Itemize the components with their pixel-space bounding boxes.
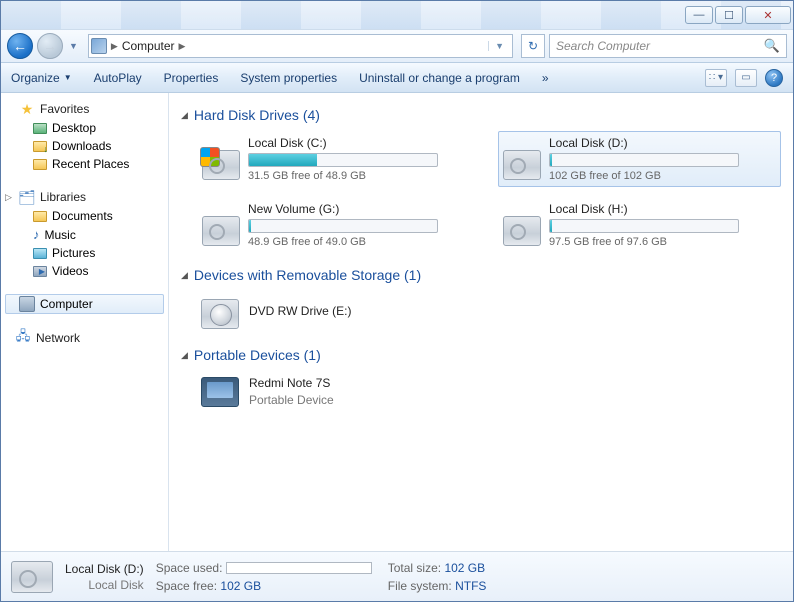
titlebar: — ☐ ✕: [1, 1, 793, 29]
hard-drive-icon: [503, 216, 541, 246]
sidebar-item-videos[interactable]: Videos: [1, 262, 168, 280]
documents-icon: [33, 211, 47, 222]
navigation-pane: ★ Favorites Desktop Downloads Recent Pla…: [1, 93, 169, 551]
sidebar-item-recent-places[interactable]: Recent Places: [1, 155, 168, 173]
system-properties-button[interactable]: System properties: [240, 71, 337, 85]
toolbar-overflow[interactable]: »: [542, 71, 549, 85]
drive-name: Local Disk (H:): [549, 202, 776, 216]
sidebar-item-music[interactable]: ♪ Music: [1, 225, 168, 244]
hard-drive-icon: [503, 150, 541, 180]
collapse-icon: ◢: [181, 110, 188, 121]
drive-icon: [11, 561, 53, 593]
search-placeholder: Search Computer: [556, 39, 650, 53]
capacity-bar: [549, 219, 739, 233]
total-size-label: Total size:: [388, 561, 441, 575]
libraries-icon: 🗂: [19, 189, 35, 205]
command-bar: Organize▼ AutoPlay Properties System pro…: [1, 63, 793, 93]
total-size-value: 102 GB: [444, 561, 485, 575]
autoplay-button[interactable]: AutoPlay: [94, 71, 142, 85]
drive-item[interactable]: New Volume (G:) 48.9 GB free of 49.0 GB: [197, 197, 480, 253]
favorites-group[interactable]: ★ Favorites: [1, 99, 168, 119]
uninstall-program-button[interactable]: Uninstall or change a program: [359, 71, 520, 85]
drive-name: Local Disk (D:): [549, 136, 776, 150]
network-icon: 🖧: [15, 330, 31, 346]
drive-item[interactable]: Local Disk (C:) 31.5 GB free of 48.9 GB: [197, 131, 480, 187]
sidebar-item-pictures[interactable]: Pictures: [1, 244, 168, 262]
breadcrumb-sep-icon[interactable]: ▶: [179, 41, 186, 52]
libraries-group[interactable]: ▷ 🗂 Libraries: [1, 187, 168, 207]
drive-name: Local Disk (C:): [248, 136, 475, 150]
capacity-bar: [549, 153, 739, 167]
drive-item[interactable]: Local Disk (H:) 97.5 GB free of 97.6 GB: [498, 197, 781, 253]
hard-drive-icon: [202, 150, 240, 180]
space-used-bar: [226, 562, 372, 574]
forward-button[interactable]: →: [37, 33, 63, 59]
pictures-icon: [33, 248, 47, 259]
explorer-window: — ☐ ✕ ← → ▼ ▶ Computer ▶ ▼ ↻ Search Comp…: [0, 0, 794, 602]
collapse-icon: ◢: [181, 270, 188, 281]
breadcrumb-location[interactable]: Computer: [122, 39, 175, 53]
sidebar-item-desktop[interactable]: Desktop: [1, 119, 168, 137]
close-button[interactable]: ✕: [745, 6, 791, 24]
desktop-icon: [33, 123, 47, 134]
details-subtitle: Local Disk: [65, 578, 144, 592]
dvd-drive-icon: [201, 299, 239, 329]
space-free-label: Space free:: [156, 579, 217, 593]
videos-icon: [33, 266, 47, 277]
back-button[interactable]: ←: [7, 33, 33, 59]
preview-pane-button[interactable]: ▭: [735, 69, 757, 87]
breadcrumb-sep-icon: ▶: [111, 41, 118, 52]
details-pane: Local Disk (D:) Local Disk Space used: S…: [1, 551, 793, 601]
portable-device-item[interactable]: Redmi Note 7S Portable Device: [197, 371, 781, 411]
history-dropdown[interactable]: ▼: [69, 41, 78, 51]
sidebar-item-network[interactable]: 🖧 Network: [1, 328, 168, 348]
chevron-down-icon: ▼: [64, 73, 72, 82]
properties-button[interactable]: Properties: [164, 71, 219, 85]
collapse-icon: ◢: [181, 350, 188, 361]
drive-free-text: 102 GB free of 102 GB: [549, 170, 776, 182]
address-bar[interactable]: ▶ Computer ▶ ▼: [88, 34, 513, 58]
search-input[interactable]: Search Computer 🔍: [549, 34, 787, 58]
filesystem-label: File system:: [388, 579, 452, 593]
drive-dvd[interactable]: DVD RW Drive (E:): [197, 291, 781, 333]
drive-grid: Local Disk (C:)31.5 GB free of 48.9 GBLo…: [197, 131, 781, 253]
navigation-bar: ← → ▼ ▶ Computer ▶ ▼ ↻ Search Computer 🔍: [1, 29, 793, 63]
music-icon: ♪: [33, 227, 40, 242]
capacity-bar: [248, 153, 438, 167]
recent-icon: [33, 159, 47, 170]
sidebar-item-downloads[interactable]: Downloads: [1, 137, 168, 155]
space-free-value: 102 GB: [220, 579, 261, 593]
sidebar-item-documents[interactable]: Documents: [1, 207, 168, 225]
collapse-icon[interactable]: ▷: [5, 192, 12, 203]
maximize-button[interactable]: ☐: [715, 6, 743, 24]
downloads-icon: [33, 141, 47, 152]
refresh-button[interactable]: ↻: [521, 34, 545, 58]
category-portable-devices[interactable]: ◢ Portable Devices (1): [181, 347, 781, 363]
drive-free-text: 48.9 GB free of 49.0 GB: [248, 236, 475, 248]
capacity-bar: [248, 219, 438, 233]
hard-drive-icon: [202, 216, 240, 246]
help-button[interactable]: ?: [765, 69, 783, 87]
drive-free-text: 31.5 GB free of 48.9 GB: [248, 170, 475, 182]
details-title: Local Disk (D:): [65, 562, 144, 576]
content-pane: ◢ Hard Disk Drives (4) Local Disk (C:) 31…: [169, 93, 793, 551]
drive-item[interactable]: Local Disk (D:) 102 GB free of 102 GB: [498, 131, 781, 187]
category-removable-storage[interactable]: ◢ Devices with Removable Storage (1): [181, 267, 781, 283]
sidebar-item-computer[interactable]: Computer: [5, 294, 164, 314]
star-icon: ★: [19, 101, 35, 117]
search-icon: 🔍: [764, 38, 780, 54]
computer-icon: [19, 296, 35, 312]
organize-menu[interactable]: Organize▼: [11, 71, 72, 85]
filesystem-value: NTFS: [455, 579, 486, 593]
space-used-label: Space used:: [156, 561, 223, 575]
portable-device-icon: [201, 377, 239, 407]
computer-icon: [91, 38, 107, 54]
drive-name: New Volume (G:): [248, 202, 475, 216]
view-options-button[interactable]: ∷ ▾: [705, 69, 727, 87]
drive-free-text: 97.5 GB free of 97.6 GB: [549, 236, 776, 248]
minimize-button[interactable]: —: [685, 6, 713, 24]
category-hard-disk-drives[interactable]: ◢ Hard Disk Drives (4): [181, 107, 781, 123]
address-dropdown[interactable]: ▼: [488, 41, 510, 51]
